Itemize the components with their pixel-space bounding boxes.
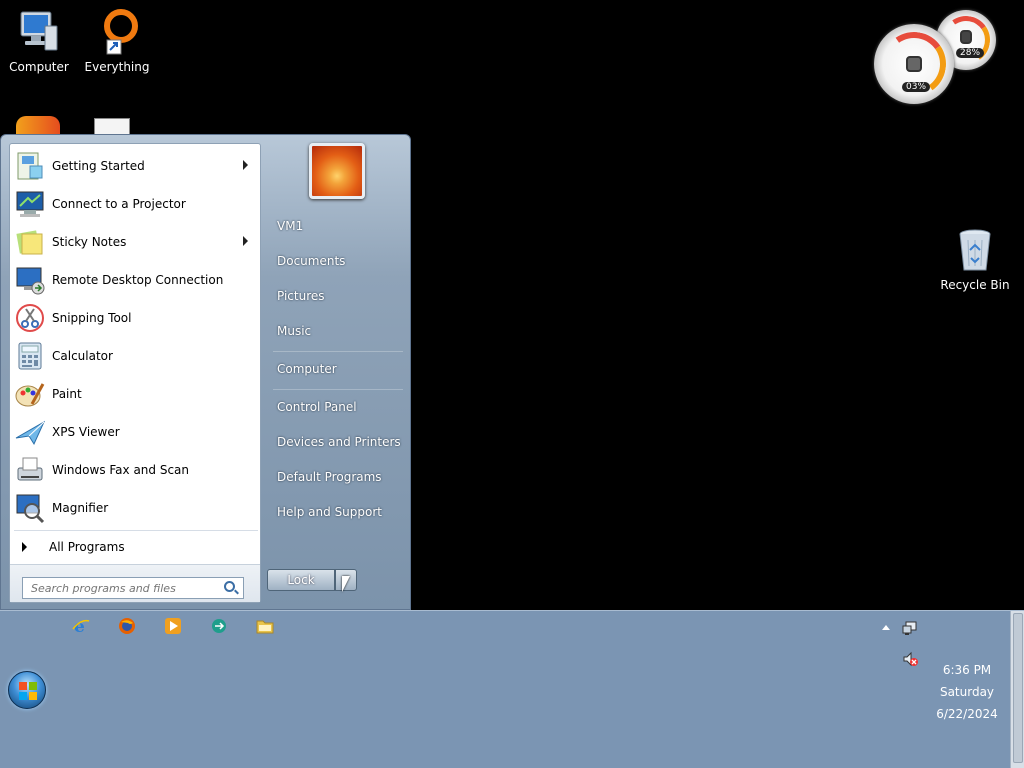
right-item-label: Default Programs [277,470,382,484]
desktop-icon-label: Recycle Bin [940,278,1010,292]
getting-started-icon [14,150,46,182]
media-player-icon[interactable] [164,617,182,635]
right-separator [273,389,403,390]
right-item-label: Pictures [277,289,325,303]
cpu-meter-gadget[interactable]: 28% 03% [874,8,1004,104]
right-item-label: VM1 [277,219,304,233]
program-xps-viewer[interactable]: XPS Viewer [14,413,258,451]
memory-percent: 28% [956,48,985,58]
right-item-vm1[interactable]: VM1 [269,210,405,242]
taskbar-scrollbar[interactable] [1010,611,1024,768]
clock-time: 6:36 PM [942,663,992,677]
projector-icon [14,188,46,220]
right-item-default-programs[interactable]: Default Programs [269,461,405,493]
desktop-icon-label: Everything [84,60,150,74]
submenu-arrow-icon[interactable] [243,160,248,170]
computer-icon [15,8,63,56]
program-label: Calculator [52,349,113,363]
mouse-cursor-icon [342,576,350,592]
program-remote-desktop[interactable]: Remote Desktop Connection [14,261,258,299]
scrollbar-thumb[interactable] [1013,613,1023,763]
user-avatar[interactable] [309,143,365,199]
program-fax-scan[interactable]: Windows Fax and Scan [14,451,258,489]
right-item-label: Documents [277,254,346,268]
calculator-icon [14,340,46,372]
remote-desktop-icon [14,264,46,296]
start-menu-programs-pane: Getting Started Connect to a Projector S… [9,143,261,603]
right-item-label: Devices and Printers [277,435,401,449]
programs-separator [14,530,258,531]
start-button[interactable] [8,671,46,709]
right-item-label: Help and Support [277,505,382,519]
cpu-chip-icon [906,56,922,72]
triangle-right-icon [22,542,27,552]
taskbar: e 6:36 PM Saturday 6/22/2024 [0,610,1024,768]
program-getting-started[interactable]: Getting Started [14,147,258,185]
right-item-help-support[interactable]: Help and Support [269,496,405,528]
right-item-label: Computer [277,362,337,376]
clock-day: Saturday [939,685,995,699]
windows-logo-icon [19,682,37,700]
memory-chip-icon [960,30,972,44]
program-label: Windows Fax and Scan [52,463,190,477]
right-separator [273,351,403,352]
program-label: Magnifier [52,501,109,515]
program-label: Sticky Notes [52,235,127,249]
lock-button[interactable]: Lock [267,569,335,591]
all-programs-button[interactable]: All Programs [14,534,258,560]
right-item-computer[interactable]: Computer [269,353,405,385]
right-item-pictures[interactable]: Pictures [269,280,405,312]
program-label: Paint [52,387,82,401]
submenu-arrow-icon[interactable] [243,236,248,246]
desktop-icon-label: Computer [9,60,69,74]
right-item-music[interactable]: Music [269,315,405,347]
right-item-devices-printers[interactable]: Devices and Printers [269,426,405,458]
recycle-bin-icon [951,226,999,274]
desktop-icon-partial[interactable] [16,116,60,136]
program-connect-projector[interactable]: Connect to a Projector [14,185,258,223]
desktop-icon-everything[interactable]: Everything [78,8,156,74]
cpu-percent: 03% [902,82,931,92]
search-input[interactable] [22,577,244,599]
program-label: Getting Started [52,159,145,173]
clock-date: 6/22/2024 [936,707,998,721]
search-icon[interactable] [224,581,235,592]
desktop-icon-computer[interactable]: Computer [0,8,78,74]
cpu-gauge: 03% [874,24,954,104]
paint-icon [14,378,46,410]
right-item-control-panel[interactable]: Control Panel [269,391,405,423]
internet-explorer-icon[interactable]: e [72,617,90,637]
start-menu: Getting Started Connect to a Projector S… [0,134,411,610]
program-label: Connect to a Projector [52,197,186,211]
right-item-documents[interactable]: Documents [269,245,405,277]
program-calculator[interactable]: Calculator [14,337,258,375]
fax-scan-icon [14,454,46,486]
program-magnifier[interactable]: Magnifier [14,489,258,527]
right-item-label: Control Panel [277,400,357,414]
everything-icon [93,8,141,56]
magnifier-icon [14,492,46,524]
right-item-label: Music [277,324,312,338]
program-paint[interactable]: Paint [14,375,258,413]
firefox-icon[interactable] [118,617,136,635]
program-label: Remote Desktop Connection [52,273,224,287]
program-sticky-notes[interactable]: Sticky Notes [14,223,258,261]
volume-muted-icon[interactable] [902,651,918,667]
program-label: Snipping Tool [52,311,132,325]
snipping-tool-icon [14,302,46,334]
explorer-folder-icon[interactable] [256,617,274,635]
program-label: XPS Viewer [52,425,120,439]
desktop-icon-recycle-bin[interactable]: Recycle Bin [936,226,1014,292]
remote-app-icon[interactable] [210,617,228,635]
all-programs-label: All Programs [49,540,125,554]
system-clock[interactable]: 6:36 PM Saturday 6/22/2024 [930,659,1004,725]
sticky-notes-icon [14,226,46,258]
search-area [10,564,260,602]
program-snipping-tool[interactable]: Snipping Tool [14,299,258,337]
show-hidden-icons-button[interactable] [882,625,890,630]
network-icon[interactable] [902,620,918,636]
xps-viewer-icon [14,416,46,448]
